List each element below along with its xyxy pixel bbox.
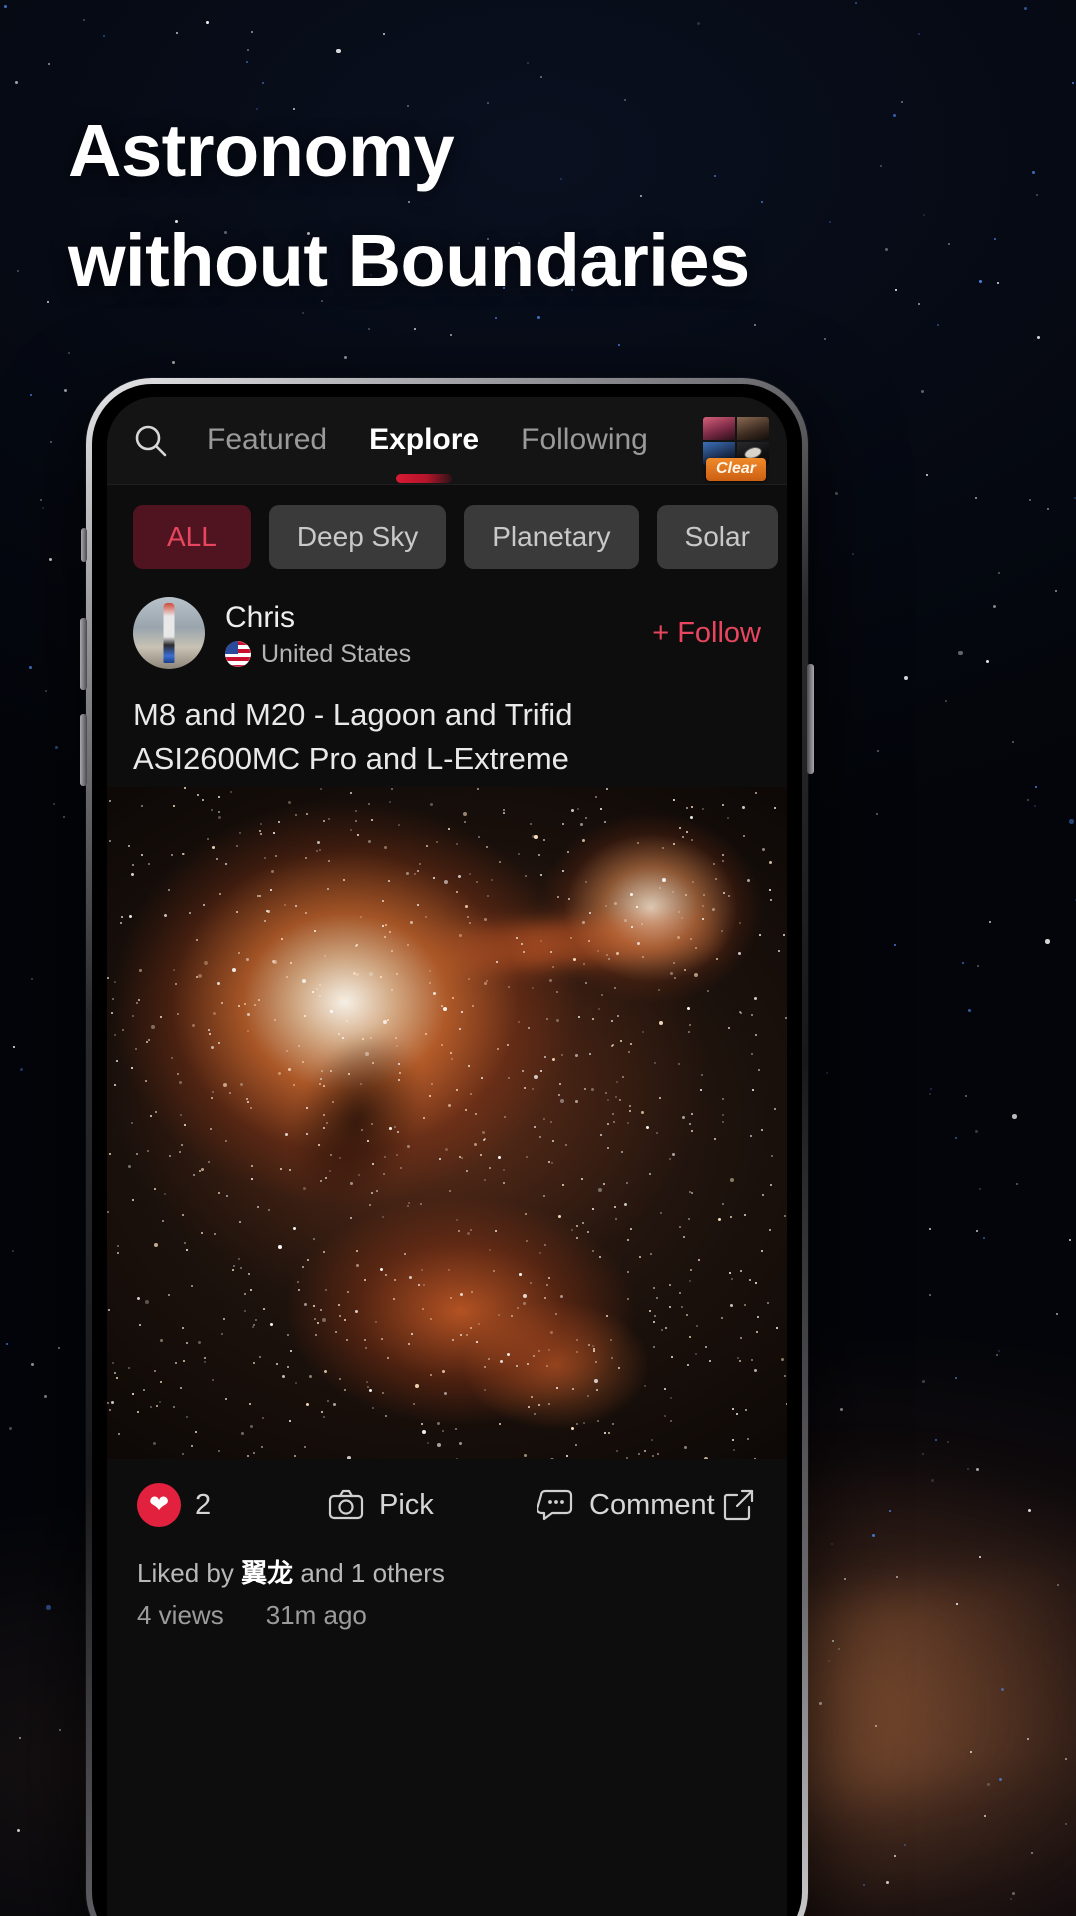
nebula-render — [107, 787, 787, 1460]
chip-planetary[interactable]: Planetary — [464, 505, 639, 569]
post-meta: Liked by 翼龙 and 1 others 4 views 31m ago — [107, 1551, 787, 1638]
comment-label: Comment — [589, 1488, 715, 1521]
liked-by-user[interactable]: 翼龙 — [241, 1558, 293, 1588]
filter-chip-row: ALL Deep Sky Planetary Solar New — [107, 485, 787, 589]
promo-screenshot: Astronomy without Boundaries Featured Ex… — [0, 0, 1076, 1916]
share-icon — [719, 1486, 757, 1524]
post-title: M8 and M20 - Lagoon and Trifid ASI2600MC… — [107, 683, 787, 787]
post-stats: 4 views 31m ago — [137, 1593, 757, 1637]
post-header: Chris United States + Follow — [107, 589, 787, 683]
comment-icon — [537, 1486, 575, 1524]
avatar-rocket-image — [163, 603, 175, 663]
author-location: United States — [225, 639, 636, 668]
phone-power-button[interactable] — [807, 664, 814, 774]
like-button[interactable]: ❤ 2 — [137, 1483, 327, 1528]
heart-icon: ❤ — [137, 1483, 181, 1528]
phone-volume-up[interactable] — [80, 618, 87, 690]
chip-solar[interactable]: Solar — [656, 505, 778, 569]
tab-featured[interactable]: Featured — [205, 419, 329, 463]
liked-by-suffix: and 1 others — [293, 1558, 445, 1589]
liked-by-text: Liked by 翼龙 and 1 others — [137, 1553, 757, 1593]
chip-deep-sky[interactable]: Deep Sky — [268, 505, 447, 569]
post-title-line-2: ASI2600MC Pro and L-Extreme — [133, 741, 569, 777]
author-name[interactable]: Chris — [225, 599, 636, 637]
tab-following[interactable]: Following — [519, 419, 650, 463]
phone-body: Featured Explore Following Clear ALL Dee… — [92, 384, 802, 1916]
us-flag-icon — [225, 641, 251, 668]
like-count: 2 — [195, 1488, 212, 1521]
timestamp: 31m ago — [265, 1600, 367, 1631]
author-country: United States — [261, 639, 412, 668]
pick-button[interactable]: Pick — [327, 1486, 537, 1524]
chip-all[interactable]: ALL — [133, 505, 251, 569]
follow-button[interactable]: + Follow — [636, 617, 761, 650]
view-count: 4 views — [137, 1600, 224, 1631]
thumbnail-cell — [737, 416, 769, 440]
feed-post: Chris United States + Follow M8 and M20 … — [107, 589, 787, 1638]
headline-line-1: Astronomy — [68, 109, 455, 192]
share-button[interactable] — [719, 1486, 757, 1524]
app-screen: Featured Explore Following Clear ALL Dee… — [107, 397, 787, 1916]
liked-by-prefix: Liked by — [137, 1558, 242, 1589]
search-icon[interactable] — [131, 421, 171, 461]
comment-button[interactable]: Comment — [537, 1486, 719, 1524]
thumbnail-cell — [703, 416, 735, 440]
author-block: Chris United States — [225, 599, 636, 668]
headline-line-2: without Boundaries — [68, 218, 750, 302]
phone-volume-down[interactable] — [80, 714, 87, 786]
post-title-line-1: M8 and M20 - Lagoon and Trifid — [133, 697, 573, 732]
gallery-thumbnail-button[interactable]: Clear — [703, 416, 769, 481]
phone-mute-switch[interactable] — [81, 528, 87, 562]
camera-icon — [327, 1486, 365, 1524]
post-image[interactable] — [107, 787, 787, 1460]
post-action-bar: ❤ 2 Pick Comment — [107, 1459, 787, 1552]
tab-bar: Featured Explore Following — [205, 419, 697, 463]
tab-explore[interactable]: Explore — [367, 419, 481, 463]
page-title: Astronomy without Boundaries — [68, 96, 1008, 315]
pick-label: Pick — [379, 1488, 434, 1521]
avatar[interactable] — [133, 597, 205, 669]
app-navbar: Featured Explore Following Clear — [107, 397, 787, 485]
clear-badge[interactable]: Clear — [705, 457, 767, 481]
phone-mockup: Featured Explore Following Clear ALL Dee… — [80, 378, 814, 1916]
